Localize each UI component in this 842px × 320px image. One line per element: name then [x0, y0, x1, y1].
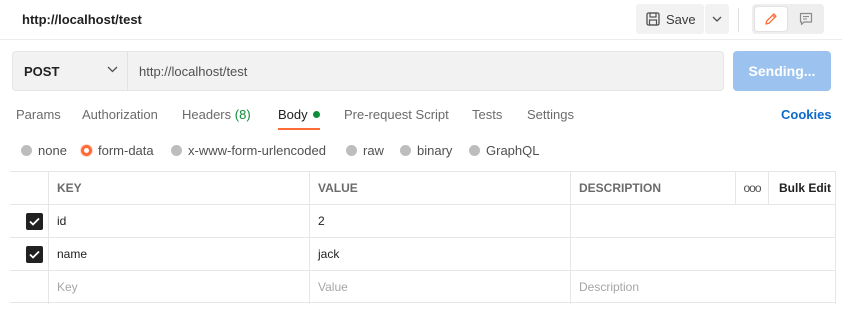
- chevron-down-icon: [107, 66, 118, 73]
- radio-x-www-form-urlencoded[interactable]: x-www-form-urlencoded: [171, 143, 326, 158]
- radio-circle: [346, 145, 357, 156]
- active-tab-underline: [278, 128, 320, 130]
- column-divider: [570, 172, 571, 304]
- comment-icon: [799, 12, 813, 26]
- column-divider: [48, 172, 49, 304]
- column-header-value: VALUE: [318, 181, 358, 195]
- body-type-radio-group: none form-data x-www-form-urlencoded raw…: [0, 140, 842, 164]
- radio-circle: [400, 145, 411, 156]
- url-bar: POST http://localhost/test: [12, 51, 724, 91]
- tab-authorization[interactable]: Authorization: [82, 107, 158, 122]
- radio-raw[interactable]: raw: [346, 143, 384, 158]
- toolbar-divider: [738, 8, 739, 32]
- tab-params[interactable]: Params: [16, 107, 61, 122]
- cookies-link[interactable]: Cookies: [781, 107, 832, 122]
- table-row-new: Key Value Description: [10, 271, 836, 304]
- column-header-description: DESCRIPTION: [579, 181, 662, 195]
- save-label: Save: [666, 11, 696, 27]
- save-icon: [646, 12, 660, 26]
- save-options-button[interactable]: [705, 4, 729, 34]
- pencil-icon: [765, 13, 777, 25]
- row-key-cell[interactable]: id: [48, 205, 66, 237]
- tab-tests[interactable]: Tests: [472, 107, 502, 122]
- tab-body-label: Body: [278, 107, 308, 122]
- edit-toggle-button[interactable]: [755, 7, 787, 31]
- new-description-input[interactable]: Description: [570, 271, 639, 303]
- column-header-key: KEY: [57, 181, 82, 195]
- body-indicator-dot: [312, 111, 320, 118]
- radio-label: raw: [363, 143, 384, 158]
- table-header-row: KEY VALUE DESCRIPTION ooo Bulk Edit: [10, 172, 836, 205]
- tab-headers-label: Headers: [182, 107, 232, 122]
- radio-label: form-data: [98, 143, 154, 158]
- table-row: id 2: [10, 205, 836, 238]
- radio-circle-selected: [81, 145, 92, 156]
- request-tabs: Params Authorization Headers (8) Body Pr…: [0, 100, 842, 130]
- column-divider: [835, 172, 836, 304]
- column-divider: [309, 172, 310, 304]
- checkmark-icon: [29, 250, 40, 259]
- form-data-table: KEY VALUE DESCRIPTION ooo Bulk Edit id 2…: [10, 171, 836, 304]
- new-value-input[interactable]: Value: [309, 271, 348, 303]
- more-options-button[interactable]: ooo: [741, 172, 763, 204]
- chevron-down-icon: [712, 16, 722, 22]
- radio-form-data[interactable]: form-data: [81, 143, 154, 158]
- radio-binary[interactable]: binary: [400, 143, 452, 158]
- headers-count: (8): [234, 107, 251, 122]
- method-label: POST: [24, 63, 60, 79]
- save-button[interactable]: Save: [636, 4, 704, 34]
- row-checkbox[interactable]: [26, 246, 43, 263]
- radio-label: binary: [417, 143, 453, 158]
- tab-body[interactable]: Body: [278, 107, 320, 122]
- column-divider: [735, 172, 736, 205]
- radio-label: GraphQL: [486, 143, 540, 158]
- table-row: name jack: [10, 238, 836, 271]
- tab-headers[interactable]: Headers (8): [182, 107, 251, 122]
- checkmark-icon: [29, 217, 40, 226]
- tab-settings[interactable]: Settings: [527, 107, 574, 122]
- comments-toggle-button[interactable]: [790, 7, 822, 31]
- radio-label: none: [38, 143, 67, 158]
- send-button[interactable]: Sending...: [733, 51, 831, 91]
- request-header: http://localhost/test Save: [0, 0, 842, 40]
- tab-prerequest-script[interactable]: Pre-request Script: [344, 107, 449, 122]
- bulk-edit-button[interactable]: Bulk Edit: [779, 172, 831, 204]
- row-value-cell[interactable]: 2: [309, 205, 325, 237]
- radio-circle: [469, 145, 480, 156]
- row-value-cell[interactable]: jack: [309, 238, 339, 270]
- view-toggle: [752, 4, 824, 34]
- method-select[interactable]: POST: [13, 52, 128, 90]
- new-key-input[interactable]: Key: [48, 271, 78, 303]
- radio-graphql[interactable]: GraphQL: [469, 143, 539, 158]
- request-title[interactable]: http://localhost/test: [22, 12, 142, 27]
- radio-circle: [171, 145, 182, 156]
- column-divider: [768, 172, 769, 205]
- radio-circle: [21, 145, 32, 156]
- row-checkbox[interactable]: [26, 213, 43, 230]
- radio-none[interactable]: none: [21, 143, 67, 158]
- row-description-cell[interactable]: [570, 238, 836, 270]
- radio-label: x-www-form-urlencoded: [188, 143, 326, 158]
- row-description-cell[interactable]: [570, 205, 836, 237]
- url-input[interactable]: http://localhost/test: [139, 64, 247, 79]
- row-key-cell[interactable]: name: [48, 238, 87, 270]
